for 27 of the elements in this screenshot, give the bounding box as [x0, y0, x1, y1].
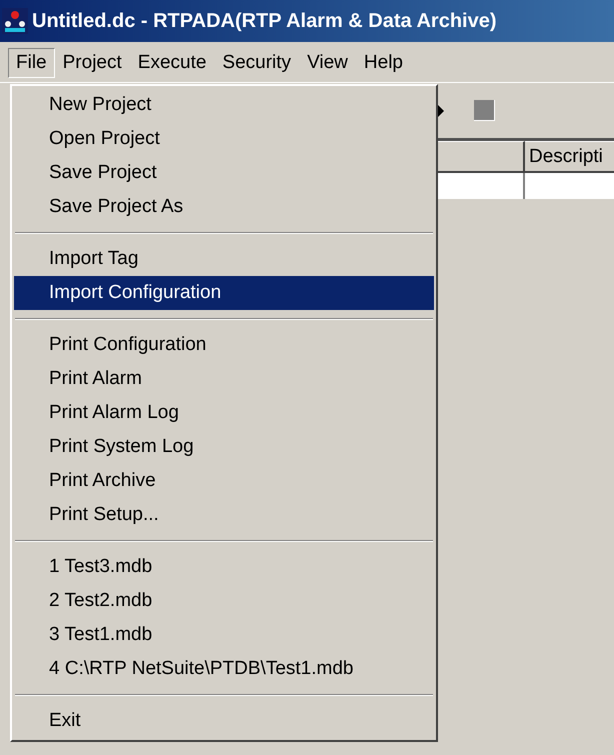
- stop-icon[interactable]: [474, 100, 495, 121]
- menu-item[interactable]: New Project: [14, 88, 434, 122]
- menu-bar-item[interactable]: View: [299, 48, 356, 78]
- menu-item[interactable]: Print Archive: [14, 464, 434, 498]
- menu-item[interactable]: Print Alarm Log: [14, 396, 434, 430]
- menu-bar-item[interactable]: Help: [356, 48, 411, 78]
- menu-bar-item[interactable]: Execute: [130, 48, 214, 78]
- menu-bar-item[interactable]: Security: [214, 48, 300, 78]
- menu-item[interactable]: Save Project: [14, 156, 434, 190]
- menu-item[interactable]: Print System Log: [14, 430, 434, 464]
- menu-item[interactable]: Import Tag: [14, 242, 434, 276]
- menu-item[interactable]: Exit: [14, 704, 434, 738]
- menu-bar-item[interactable]: File: [8, 48, 55, 78]
- menu-item[interactable]: 3 Test1.mdb: [14, 618, 434, 652]
- menu-bar-item[interactable]: Project: [54, 48, 130, 78]
- column-header[interactable]: [437, 141, 525, 171]
- menu-item[interactable]: 4 C:\RTP NetSuite\PTDB\Test1.mdb: [14, 652, 434, 686]
- menu-item[interactable]: Print Alarm: [14, 362, 434, 396]
- menu-item[interactable]: Print Configuration: [14, 328, 434, 362]
- menu-item[interactable]: 1 Test3.mdb: [14, 550, 434, 584]
- app-logo-icon: [2, 8, 28, 34]
- menu-item[interactable]: Print Setup...: [14, 498, 434, 532]
- menu-item[interactable]: 2 Test2.mdb: [14, 584, 434, 618]
- menu-item[interactable]: Open Project: [14, 122, 434, 156]
- menu-item[interactable]: Save Project As: [14, 190, 434, 224]
- window-title: Untitled.dc - RTPADA(RTP Alarm & Data Archive): [32, 9, 497, 34]
- menu-item[interactable]: Import Configuration: [14, 276, 434, 310]
